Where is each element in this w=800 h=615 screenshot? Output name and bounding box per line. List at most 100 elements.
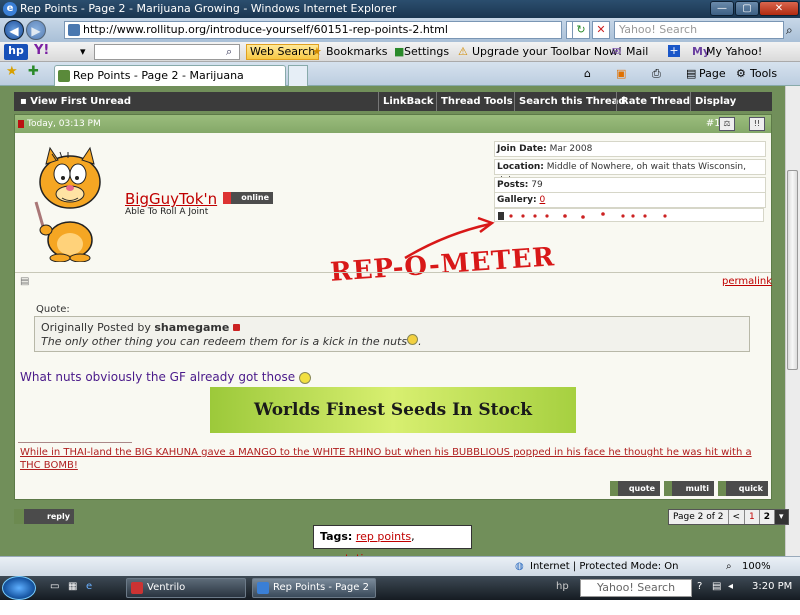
display-modes-menu[interactable]: Display Modes [690,92,772,126]
ie-logo-icon: e [3,2,17,16]
smiley-icon [298,371,311,384]
hp-icon[interactable]: hp [4,44,28,60]
tab-row: ★ ✚ Rep Points - Page 2 - Marijuana Grow… [0,62,800,101]
multi-quote-button[interactable]: multi [664,481,714,496]
online-status-badge: online [223,192,273,204]
tools-menu[interactable]: Tools [750,67,777,81]
forward-button[interactable]: ▶ [26,20,46,40]
switch-windows-icon[interactable]: ▦ [68,581,77,592]
tags-box: Tags: rep points, reputation [313,525,472,565]
warning-icon: ⚠ [458,45,468,58]
tag-rep-points[interactable]: rep points [356,530,411,543]
page-menu[interactable]: Page [699,67,726,81]
address-row: ◀ ▶ http://www.rollitup.org/introduce-yo… [0,18,800,42]
volume-icon[interactable]: ◂ [728,581,733,592]
chevron-down-icon[interactable]: ▾ [80,45,86,59]
yahoo-search-input[interactable]: Yahoo! Search [614,21,784,39]
refresh-icon[interactable]: ↻ [572,21,590,39]
reputation-bar[interactable] [494,208,764,222]
page-icon [68,24,80,36]
user-title: Able To Roll A Joint [125,207,209,217]
page-1-link[interactable]: 1 [744,510,759,524]
signature-text[interactable]: While in THAI-land the BIG KAHUNA gave a… [20,446,765,472]
posts-count-field: Posts: 79 [494,177,766,193]
view-post-icon[interactable] [232,324,240,331]
search-icon[interactable]: ⌕ [226,45,232,59]
home-icon[interactable]: ⌂ [584,67,591,81]
start-button[interactable] [2,576,36,600]
reputation-dots [498,212,667,220]
scales-icon[interactable]: ⚖ [719,117,735,131]
gallery-field: Gallery: 0 [494,192,766,208]
zoom-icon: ⌕ [726,561,732,572]
zoom-level[interactable]: 100% [742,560,771,574]
taskbar-ie-window[interactable]: Rep Points - Page 2 ... [252,578,376,611]
gallery-link[interactable]: 0 [540,195,546,205]
yahoo-logo[interactable]: Y! [34,44,49,58]
post-username[interactable]: BigGuyTok'n [125,190,217,208]
search-icon[interactable]: ⌕ [786,23,793,38]
search-thread-menu[interactable]: Search this Thread [514,92,630,111]
help-icon[interactable]: ? [697,581,702,592]
page-icon: ▤ [686,67,697,80]
add-icon[interactable]: + [668,45,680,57]
hp-tray-icon[interactable]: hp [556,581,569,592]
linkback-menu[interactable]: LinkBack [378,92,438,111]
mail-icon: ✉ [612,45,622,58]
ie-icon [257,582,269,594]
close-button[interactable]: ✕ [759,1,799,16]
tab-active[interactable]: Rep Points - Page 2 - Marijuana Growing [54,65,286,101]
ie-quicklaunch-icon[interactable]: e [86,581,92,592]
security-zone[interactable]: Internet | Protected Mode: On [530,560,678,574]
system-clock[interactable]: 3:20 PM [752,581,792,592]
address-url: http://www.rollitup.org/introduce-yourse… [83,23,448,36]
post-status-icon [18,120,24,128]
quote-label: Quote: [36,304,70,315]
yahoo-toolbar: hp Y! ▾ ⌕ Web Search ★ Bookmarks ■ Setti… [0,42,800,62]
thread-tools-menu[interactable]: Thread Tools [436,92,517,111]
scrollbar-thumb[interactable] [787,170,798,370]
globe-icon: ◍ [515,561,524,572]
taskbar-yahoo-search[interactable]: Yahoo! Search [580,579,692,597]
show-desktop-icon[interactable]: ▭ [50,581,59,592]
quote-button[interactable]: quote [610,481,660,496]
add-favorites-icon[interactable]: ✚ [28,65,39,79]
quick-reply-button[interactable]: quick [718,481,768,496]
permalink-link[interactable]: permalink [722,276,772,287]
stop-icon[interactable]: ✕ [592,21,610,39]
seeds-banner-image[interactable]: Worlds Finest Seeds In Stock [210,387,576,433]
print-icon[interactable]: ⎙ [652,67,661,81]
quote-block: Originally Posted by shamegame The only … [34,316,750,352]
rss-feed-icon[interactable]: ▣ [616,67,626,81]
rate-thread-menu[interactable]: Rate Thread [616,92,694,111]
gear-icon: ⚙ [736,67,746,80]
new-tab-button[interactable] [288,65,308,86]
page-jump-button[interactable]: ▾ [774,510,788,524]
tag-separator: , [411,530,415,543]
post-divider [15,272,771,273]
site-favicon [58,70,70,82]
address-input[interactable]: http://www.rollitup.org/introduce-yourse… [64,21,562,39]
my-yahoo-button[interactable]: My Yahoo! [706,45,762,59]
prev-page-link[interactable]: < [727,510,745,524]
status-bar: ◍ Internet | Protected Mode: On ⌕ 100% [0,556,800,576]
maximize-button[interactable]: ▢ [735,1,759,16]
view-first-unread-link[interactable]: ▪ View First Unread [16,92,135,111]
bookmarks-button[interactable]: Bookmarks [326,45,387,59]
join-date-field: Join Date: Mar 2008 [494,141,766,157]
report-icon[interactable]: !! [749,117,765,131]
reply-button[interactable]: reply [14,509,74,524]
window-title: Rep Points - Page 2 - Marijuana Growing … [20,2,397,15]
minimize-button[interactable]: — [710,1,734,16]
back-button[interactable]: ◀ [4,20,24,40]
settings-button[interactable]: Settings [404,45,449,59]
network-icon[interactable]: ▤ [712,581,721,592]
page-of-label: Page 2 of 2 [673,512,724,522]
taskbar-ventrilo[interactable]: Ventrilo [126,578,246,598]
favorites-star-icon[interactable]: ★ [6,65,18,79]
mail-button[interactable]: Mail [626,45,648,59]
upgrade-toolbar-link[interactable]: Upgrade your Toolbar Now! [472,45,622,59]
web-search-button[interactable]: Web Search [246,44,320,60]
yahoo-toolbar-search-input[interactable] [94,44,240,60]
quote-author: shamegame [154,321,230,334]
